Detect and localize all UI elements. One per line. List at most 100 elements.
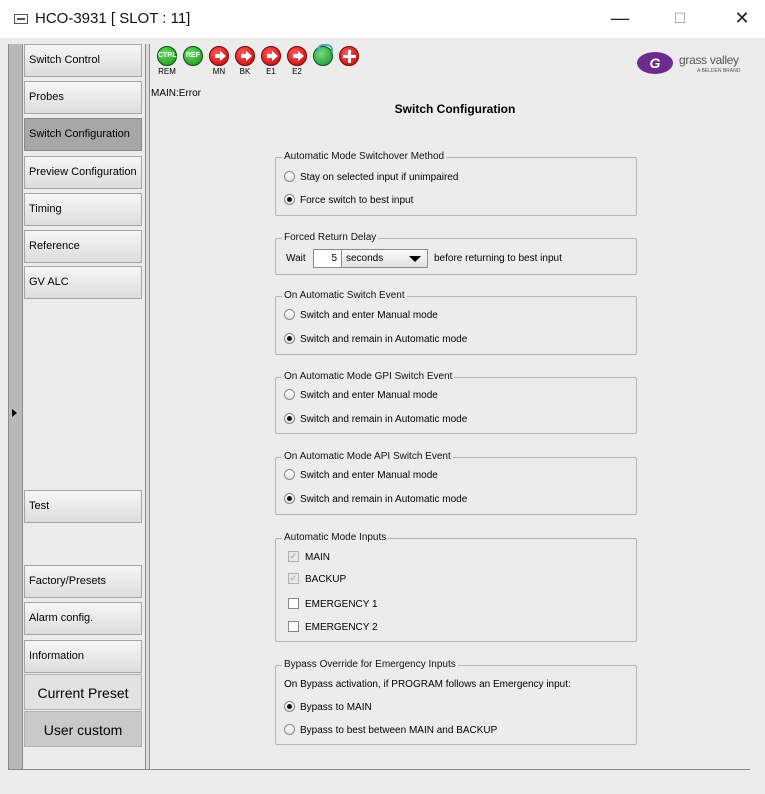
sidebar-item-test[interactable]: Test <box>24 490 142 523</box>
expand-arrow-icon <box>12 409 17 417</box>
checkbox-checked-icon: ✓ <box>288 550 299 562</box>
checkbox-backup[interactable]: ✓ BACKUP <box>288 572 346 588</box>
preset-value: User custom <box>24 711 142 747</box>
option-label: Force switch to best input <box>300 195 414 206</box>
arrow-right-icon <box>287 46 307 66</box>
radio-icon <box>284 308 295 320</box>
option-label: Stay on selected input if unimpaired <box>300 172 459 183</box>
backup-input-icon[interactable]: BK <box>233 46 257 80</box>
checkbox-icon <box>288 620 299 632</box>
radio-bypass-to-main[interactable]: Bypass to MAIN <box>284 700 372 716</box>
maximize-button[interactable]: ☐ <box>665 8 695 30</box>
group-legend: On Automatic Mode GPI Switch Event <box>282 370 455 384</box>
option-label: EMERGENCY 2 <box>305 622 378 633</box>
group-legend: Automatic Mode Switchover Method <box>282 150 447 164</box>
switchover-method-group: Automatic Mode Switchover Method Stay on… <box>275 150 637 216</box>
status-toolbar: CTRL REM REF MN BK E1 E2 G grass valley … <box>151 44 759 88</box>
sidebar-item-alarm-config[interactable]: Alarm config. <box>24 602 142 635</box>
radio-api-enter-manual[interactable]: Switch and enter Manual mode <box>284 468 438 484</box>
delay-unit-select[interactable]: seconds <box>341 249 428 268</box>
checkbox-main[interactable]: ✓ MAIN <box>288 550 330 566</box>
group-legend: On Automatic Mode API Switch Event <box>282 450 453 464</box>
emergency1-input-icon[interactable]: E1 <box>259 46 283 80</box>
ref-status-icon[interactable]: REF <box>181 46 205 80</box>
title-bar: HCO-3931 [ SLOT : 11] — ☐ ✕ <box>0 0 765 38</box>
emergency2-input-icon[interactable]: E2 <box>285 46 309 80</box>
option-label: Switch and enter Manual mode <box>300 310 438 321</box>
option-label: Switch and enter Manual mode <box>300 390 438 401</box>
radio-force-switch[interactable]: Force switch to best input <box>284 193 413 209</box>
current-preset-label: Current Preset <box>24 674 142 710</box>
close-button[interactable]: ✕ <box>727 8 757 30</box>
checkbox-checked-icon: ✓ <box>288 572 299 584</box>
sidebar-item-switch-control[interactable]: Switch Control <box>24 44 142 77</box>
radio-icon <box>284 723 295 735</box>
ctrl-icon: CTRL <box>157 46 177 66</box>
bypass-status-icon[interactable] <box>311 44 335 80</box>
forced-return-delay-group: Forced Return Delay Wait 5 seconds befor… <box>275 231 637 275</box>
delay-value-input[interactable]: 5 <box>313 249 342 268</box>
sidebar-item-information[interactable]: Information <box>24 640 142 673</box>
window-title: HCO-3931 [ SLOT : 11] <box>35 10 191 27</box>
radio-stay-on-selected[interactable]: Stay on selected input if unimpaired <box>284 170 458 186</box>
status-text: MAIN:Error <box>151 88 201 99</box>
radio-bypass-best[interactable]: Bypass to best between MAIN and BACKUP <box>284 723 497 739</box>
option-label: Bypass to best between MAIN and BACKUP <box>300 725 498 736</box>
select-value: seconds <box>346 253 384 264</box>
radio-gpi-enter-manual[interactable]: Switch and enter Manual mode <box>284 388 438 404</box>
panel-divider[interactable] <box>145 44 150 769</box>
wait-label: Wait <box>286 253 306 264</box>
page-title: Switch Configuration <box>394 102 516 116</box>
app-window-icon <box>14 14 28 24</box>
group-legend: Bypass Override for Emergency Inputs <box>282 658 458 672</box>
ctrl-rem-status-icon[interactable]: CTRL REM <box>155 46 179 80</box>
group-legend: Forced Return Delay <box>282 231 379 245</box>
sidebar-item-gv-alc[interactable]: GV ALC <box>24 266 142 299</box>
option-label: EMERGENCY 1 <box>305 599 378 610</box>
radio-icon <box>284 388 295 400</box>
option-label: Switch and remain in Automatic mode <box>300 414 468 425</box>
main-input-icon[interactable]: MN <box>207 46 231 80</box>
radio-gpi-remain-automatic[interactable]: Switch and remain in Automatic mode <box>284 412 467 428</box>
arrow-right-icon <box>261 46 281 66</box>
radio-icon <box>284 468 295 480</box>
radio-remain-automatic[interactable]: Switch and remain in Automatic mode <box>284 332 467 348</box>
sidebar: Switch Control Probes Switch Configurati… <box>24 44 144 769</box>
auto-switch-event-group: On Automatic Switch Event Switch and ent… <box>275 289 637 355</box>
backup-icon-label: BK <box>239 67 251 76</box>
minimize-button[interactable]: — <box>605 8 635 30</box>
bypass-description: On Bypass activation, if PROGRAM follows… <box>284 679 571 690</box>
gv-logo-icon: G <box>637 52 673 74</box>
e2-icon-label: E2 <box>292 67 302 76</box>
radio-enter-manual[interactable]: Switch and enter Manual mode <box>284 308 438 324</box>
ref-icon: REF <box>183 46 203 66</box>
sidebar-item-factory-presets[interactable]: Factory/Presets <box>24 565 142 598</box>
bottom-border <box>8 769 750 770</box>
sidebar-item-switch-configuration[interactable]: Switch Configuration <box>24 118 142 151</box>
radio-selected-icon <box>284 412 295 424</box>
sidebar-item-preview-configuration[interactable]: Preview Configuration <box>24 156 142 189</box>
collapse-panel-handle[interactable] <box>8 44 23 769</box>
option-label: Switch and remain in Automatic mode <box>300 334 468 345</box>
radio-selected-icon <box>284 193 295 205</box>
arrow-right-icon <box>209 46 229 66</box>
radio-selected-icon <box>284 700 295 712</box>
radio-selected-icon <box>284 492 295 504</box>
delay-suffix-label: before returning to best input <box>434 253 562 264</box>
option-label: Switch and enter Manual mode <box>300 470 438 481</box>
group-legend: On Automatic Switch Event <box>282 289 407 303</box>
chevron-down-icon <box>409 256 421 262</box>
gpi-switch-event-group: On Automatic Mode GPI Switch Event Switc… <box>275 370 637 434</box>
grass-valley-logo: G grass valley A BELDEN BRAND <box>637 50 757 78</box>
checkbox-emergency-2[interactable]: EMERGENCY 2 <box>288 620 378 636</box>
sidebar-item-timing[interactable]: Timing <box>24 193 142 226</box>
checkbox-icon <box>288 597 299 609</box>
sidebar-item-reference[interactable]: Reference <box>24 230 142 263</box>
radio-api-remain-automatic[interactable]: Switch and remain in Automatic mode <box>284 492 467 508</box>
option-label: Bypass to MAIN <box>300 702 372 713</box>
group-legend: Automatic Mode Inputs <box>282 531 389 545</box>
bypass-override-group: Bypass Override for Emergency Inputs On … <box>275 658 637 745</box>
sidebar-item-probes[interactable]: Probes <box>24 81 142 114</box>
checkbox-emergency-1[interactable]: EMERGENCY 1 <box>288 597 378 613</box>
alarm-plus-icon[interactable] <box>337 46 361 80</box>
